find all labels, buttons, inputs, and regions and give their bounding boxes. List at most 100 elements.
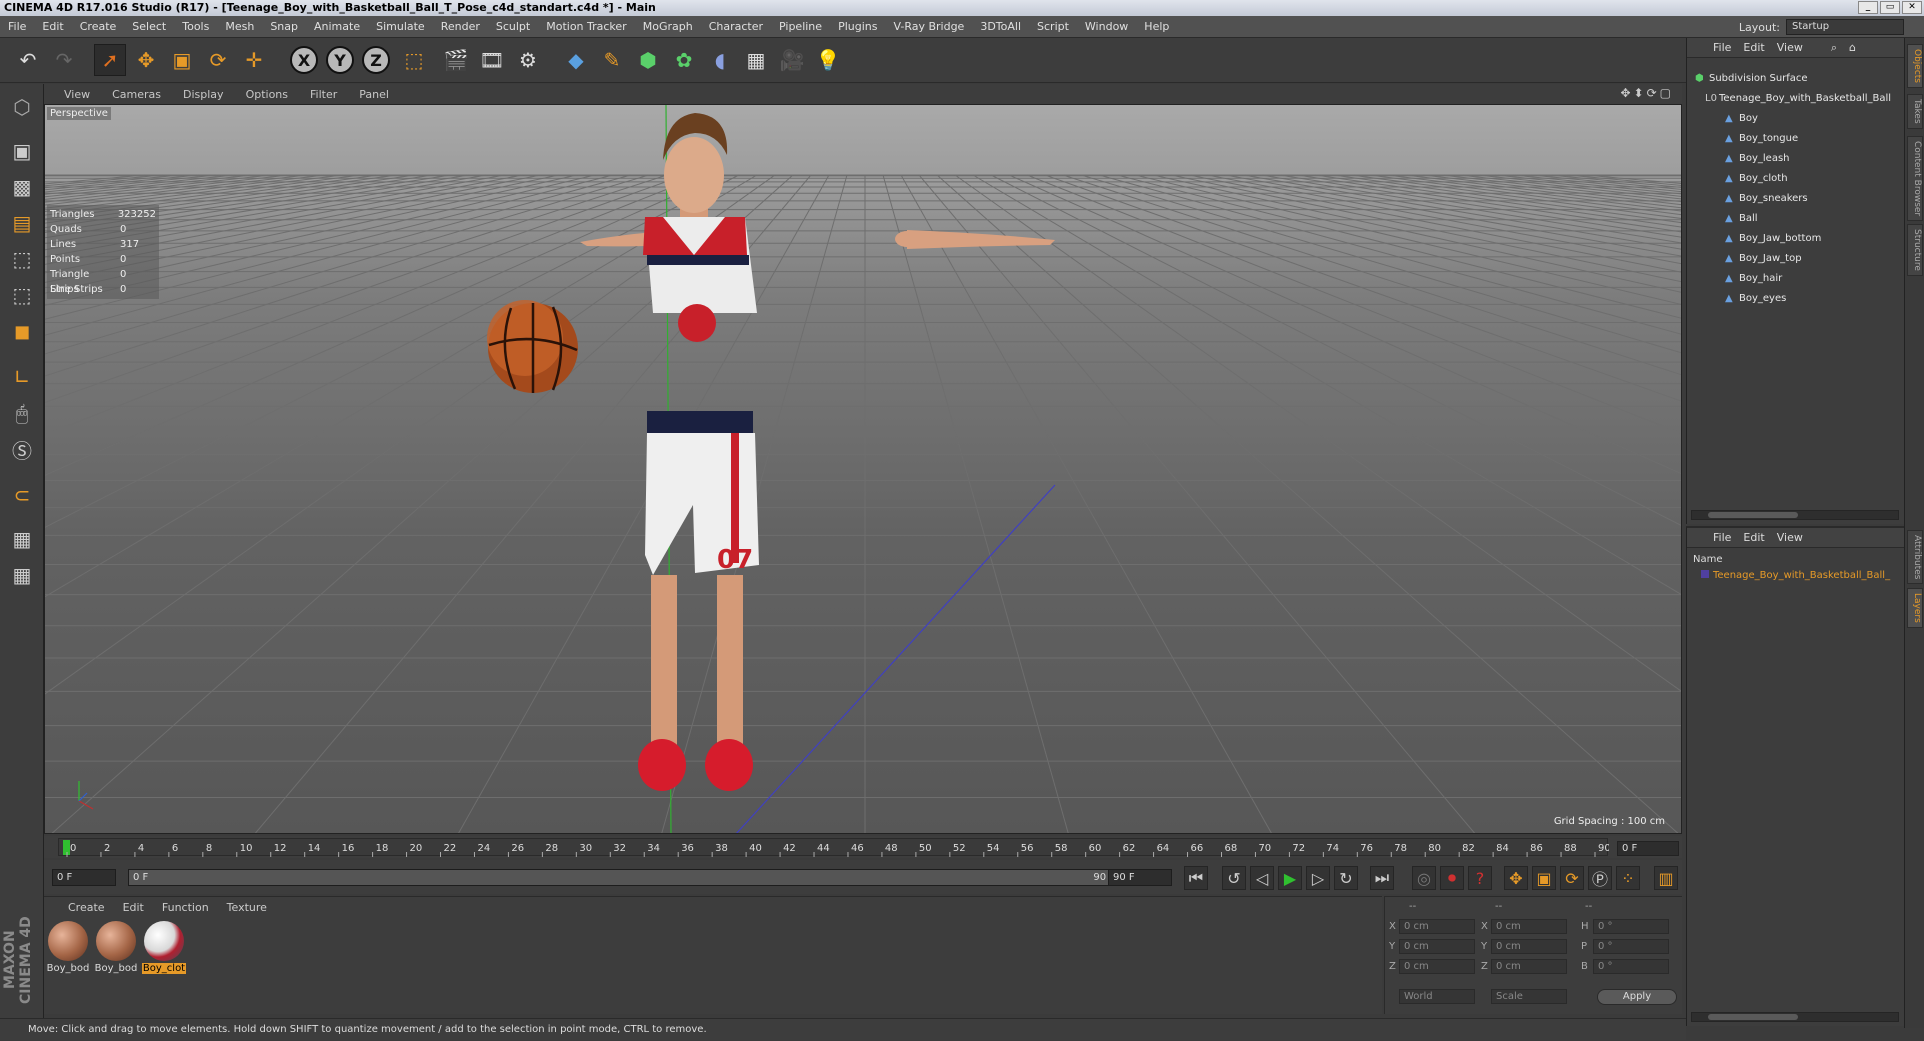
size-y-field[interactable]: 0 cm — [1491, 939, 1567, 954]
menu-help[interactable]: Help — [1136, 20, 1177, 33]
edges-mode-icon[interactable]: ⬚ — [4, 278, 40, 312]
material-menu-create[interactable]: Create — [68, 901, 105, 914]
record-keys-icon[interactable]: ◎ — [1412, 866, 1436, 890]
size-z-field[interactable]: 0 cm — [1491, 959, 1567, 974]
search-icon[interactable]: ⌕ — [1831, 41, 1837, 55]
object-menu-edit[interactable]: Edit — [1743, 41, 1764, 54]
menu-animate[interactable]: Animate — [306, 20, 368, 33]
rotation-b-field[interactable]: 0 ° — [1593, 959, 1669, 974]
polygons-mode-icon[interactable]: ◼ — [4, 314, 40, 348]
scrollbar-thumb[interactable] — [1708, 512, 1798, 518]
coordinate-space-dropdown[interactable]: World — [1399, 989, 1475, 1004]
home-icon[interactable]: ⌂ — [1849, 41, 1856, 54]
menu-mograph[interactable]: MoGraph — [635, 20, 701, 33]
tab-attributes[interactable]: Attributes — [1907, 530, 1923, 585]
viewport-nav-icons[interactable]: ✥⬍⟳▢ — [1620, 86, 1674, 100]
material-swatch[interactable]: Boy_bod — [94, 921, 138, 975]
undo-icon[interactable]: ↶ — [12, 44, 44, 76]
key-param-icon[interactable]: Ⓟ — [1588, 866, 1612, 890]
apply-button[interactable]: Apply — [1597, 989, 1677, 1005]
rotation-p-field[interactable]: 0 ° — [1593, 939, 1669, 954]
model-mode-icon[interactable]: ▣ — [4, 134, 40, 168]
render-settings-icon[interactable]: ⚙ — [512, 44, 544, 76]
axis-mode-icon[interactable]: ∟ — [4, 360, 40, 394]
viewport-menu-view[interactable]: View — [64, 88, 90, 101]
menu-file[interactable]: File — [0, 20, 34, 33]
z-axis-icon[interactable]: Z — [362, 46, 390, 74]
snap-icon[interactable]: ▦ — [4, 522, 40, 556]
material-swatch-selected[interactable]: Boy_clot — [142, 921, 186, 975]
key-pla-icon[interactable]: ⁘ — [1616, 866, 1640, 890]
tree-item[interactable]: ▲ Boy_sneakers — [1725, 190, 1808, 208]
menu-select[interactable]: Select — [124, 20, 174, 33]
viewport-menu-options[interactable]: Options — [246, 88, 288, 101]
minimize-button[interactable]: _ — [1858, 1, 1878, 14]
solo-icon[interactable]: Ⓢ — [4, 432, 40, 466]
viewport-perspective[interactable]: 07 Perspective Triangles 323252 Quads 0 Li… — [44, 104, 1682, 834]
size-x-field[interactable]: 0 cm — [1491, 919, 1567, 934]
tree-item[interactable]: ▲ Boy_hair — [1725, 270, 1782, 288]
material-menu-texture[interactable]: Texture — [227, 901, 267, 914]
menu-sculpt[interactable]: Sculpt — [488, 20, 538, 33]
tab-layers[interactable]: Layers — [1907, 588, 1923, 628]
autokey-icon[interactable]: ? — [1468, 866, 1492, 890]
position-x-field[interactable]: 0 cm — [1399, 919, 1475, 934]
menu-pipeline[interactable]: Pipeline — [771, 20, 830, 33]
menu-snap[interactable]: Snap — [262, 20, 306, 33]
position-z-field[interactable]: 0 cm — [1399, 959, 1475, 974]
viewport-menu-display[interactable]: Display — [183, 88, 224, 101]
rotate-icon[interactable]: ⟳ — [202, 44, 234, 76]
menu-script[interactable]: Script — [1029, 20, 1077, 33]
layer-manager-scrollbar[interactable] — [1691, 1012, 1899, 1022]
magnet-icon[interactable]: ⊂ — [4, 478, 40, 512]
menu-mesh[interactable]: Mesh — [217, 20, 262, 33]
key-rotation-icon[interactable]: ⟳ — [1560, 866, 1584, 890]
tree-item[interactable]: ▲ Boy_cloth — [1725, 170, 1788, 188]
timeline-ruler[interactable]: 0 2 4 6 8 10 12 14 16 18 20 22 24 26 28 30 32 34 36 38 40 42 4… — [58, 838, 1611, 857]
tweak-icon[interactable]: 🖱 — [4, 396, 40, 430]
live-selection-icon[interactable]: ➚ — [94, 44, 126, 76]
menu-create[interactable]: Create — [72, 20, 125, 33]
x-axis-icon[interactable]: X — [290, 46, 318, 74]
menu-edit[interactable]: Edit — [34, 20, 71, 33]
material-menu-function[interactable]: Function — [162, 901, 209, 914]
workplane-lock-icon[interactable]: ▦ — [4, 558, 40, 592]
timeline-icon[interactable]: ▥ — [1654, 866, 1678, 890]
go-to-start-icon[interactable]: ⏮ — [1184, 866, 1208, 890]
tree-item[interactable]: ▲ Boy_tongue — [1725, 130, 1798, 148]
layout-dropdown[interactable]: Startup — [1786, 19, 1904, 35]
previous-key-icon[interactable]: ↺ — [1222, 866, 1246, 890]
make-editable-icon[interactable]: ⬡ — [4, 90, 40, 124]
object-menu-file[interactable]: File — [1713, 41, 1731, 54]
viewport-menu-panel[interactable]: Panel — [359, 88, 389, 101]
render-view-icon[interactable]: 🎬 — [440, 44, 472, 76]
texture-mode-icon[interactable]: ▩ — [4, 170, 40, 204]
frame-range-slider[interactable]: 0 F 90 F — [128, 869, 1138, 886]
key-position-icon[interactable]: ✥ — [1504, 866, 1528, 890]
tree-item[interactable]: ▲ Boy_leash — [1725, 150, 1790, 168]
layer-item[interactable]: Teenage_Boy_with_Basketball_Ball_ — [1701, 570, 1890, 581]
viewport-menu-filter[interactable]: Filter — [310, 88, 337, 101]
record-active-icon[interactable]: ⏺ — [1440, 866, 1464, 890]
y-axis-icon[interactable]: Y — [326, 46, 354, 74]
material-swatch[interactable]: Boy_bod — [46, 921, 90, 975]
next-key-icon[interactable]: ↻ — [1334, 866, 1358, 890]
menu-render[interactable]: Render — [433, 20, 488, 33]
start-frame-field[interactable]: 0 F — [52, 869, 116, 886]
next-frame-icon[interactable]: ▷ — [1306, 866, 1330, 890]
subdivision-icon[interactable]: ⬢ — [632, 44, 664, 76]
tab-content-browser[interactable]: Content Browser — [1907, 136, 1923, 222]
name-column-header[interactable]: Name — [1693, 554, 1723, 565]
play-icon[interactable]: ▶ — [1278, 866, 1302, 890]
rotation-h-field[interactable]: 0 ° — [1593, 919, 1669, 934]
tree-item-subdivision-surface[interactable]: ⬢ Subdivision Surface — [1695, 70, 1808, 88]
object-menu-view[interactable]: View — [1777, 41, 1803, 54]
menu-character[interactable]: Character — [701, 20, 771, 33]
layer-menu-file[interactable]: File — [1713, 531, 1731, 544]
menu-plugins[interactable]: Plugins — [830, 20, 885, 33]
coordinate-system-icon[interactable]: ⬚ — [398, 44, 430, 76]
scrollbar-thumb[interactable] — [1708, 1014, 1798, 1020]
tree-item-group[interactable]: L0 Teenage_Boy_with_Basketball_Ball — [1705, 90, 1891, 108]
scale-icon[interactable]: ▣ — [166, 44, 198, 76]
position-y-field[interactable]: 0 cm — [1399, 939, 1475, 954]
